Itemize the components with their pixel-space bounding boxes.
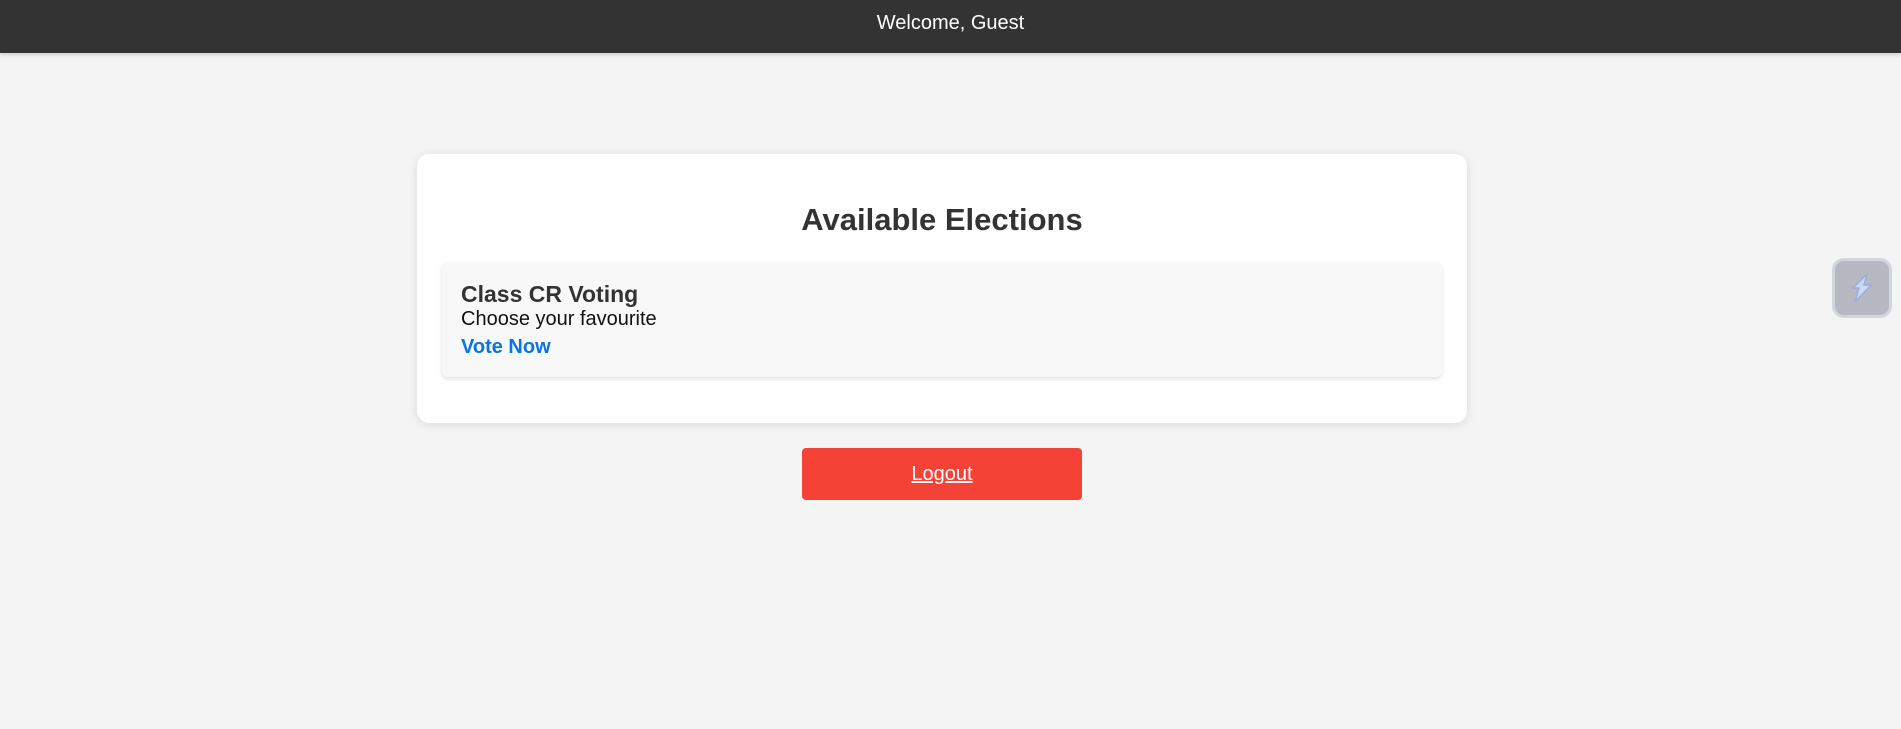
side-widget-button[interactable] bbox=[1832, 258, 1892, 318]
election-title: Class CR Voting bbox=[461, 281, 639, 307]
elections-card: Available Elections Class CR Voting Choo… bbox=[417, 154, 1467, 423]
top-bar: Welcome, Guest bbox=[0, 0, 1901, 53]
election-description: Choose your favourite bbox=[461, 308, 657, 330]
logout-button[interactable]: Logout bbox=[802, 448, 1082, 500]
vote-now-link[interactable]: Vote Now bbox=[461, 336, 551, 359]
page-title: Available Elections bbox=[801, 202, 1083, 237]
bolt-icon bbox=[1852, 273, 1872, 303]
welcome-text: Welcome, Guest bbox=[876, 12, 1025, 34]
election-item: Class CR Voting Choose your favourite Vo… bbox=[442, 262, 1442, 377]
